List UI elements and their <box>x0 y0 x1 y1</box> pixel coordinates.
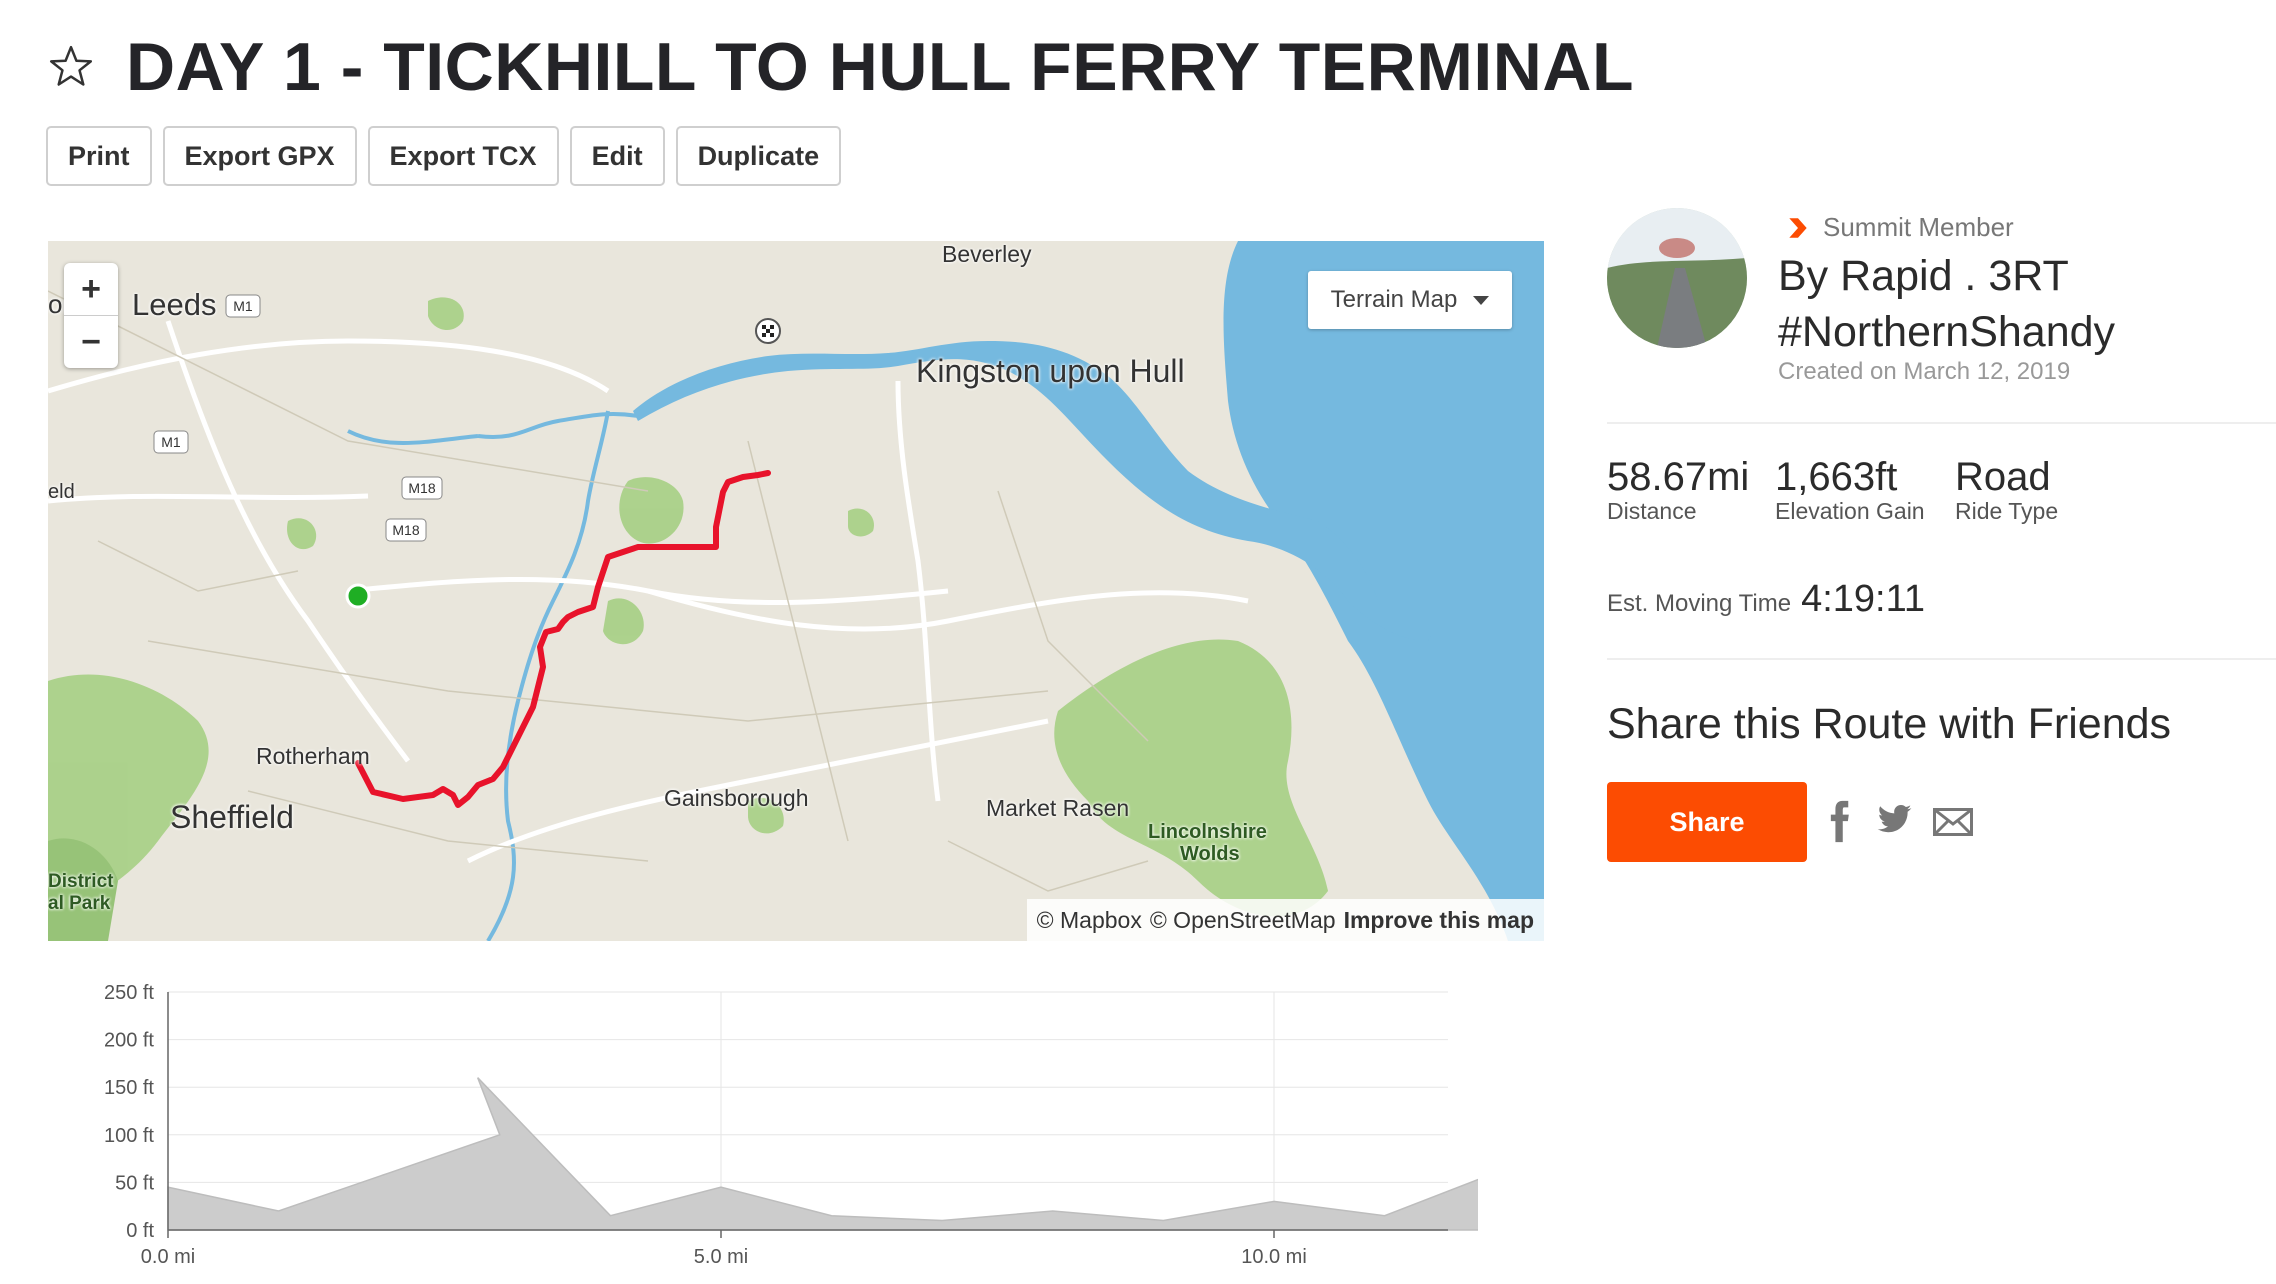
zoom-out-button[interactable]: − <box>64 315 118 368</box>
duplicate-button[interactable]: Duplicate <box>675 126 842 186</box>
x-tick-label: 10.0 mi <box>1241 1246 1307 1268</box>
distance-value: 58.67mi <box>1607 455 1750 499</box>
finish-marker[interactable] <box>755 318 781 344</box>
email-icon[interactable] <box>1933 808 1973 836</box>
stat-elevation: 1,663ft Elevation Gain <box>1775 455 1925 525</box>
ride-type-value: Road <box>1955 455 2051 499</box>
label-leeds: Leeds <box>132 287 217 322</box>
y-tick-label: 0 ft <box>126 1220 154 1242</box>
map-attribution: © Mapbox © OpenStreetMap Improve this ma… <box>1026 899 1544 941</box>
distance-label: Distance <box>1607 498 1697 524</box>
elevation-profile-area[interactable] <box>167 992 1478 1231</box>
m18-upper-shield: M18 <box>408 480 435 496</box>
y-tick-label: 150 ft <box>104 1077 154 1099</box>
label-sheffield: Sheffield <box>170 799 294 835</box>
action-bar: Print Export GPX Export TCX Edit Duplica… <box>46 126 842 186</box>
y-tick-label: 50 ft <box>115 1172 154 1194</box>
export-gpx-button[interactable]: Export GPX <box>162 126 357 186</box>
m18-lower-shield: M18 <box>392 522 419 538</box>
x-tick-label: 5.0 mi <box>694 1246 748 1268</box>
improve-map-link[interactable]: Improve this map <box>1344 907 1534 934</box>
elevation-chart[interactable]: 250 ft 200 ft 150 ft 100 ft 50 ft 0 ft 0.0 mi 5… <box>48 975 1478 1275</box>
membership-label: Summit Member <box>1823 212 2014 242</box>
label-rotherham: Rotherham <box>256 743 370 769</box>
star-icon[interactable] <box>46 42 96 92</box>
divider <box>1607 422 2276 424</box>
label-district: District <box>48 871 114 892</box>
route-owner[interactable]: By Rapid . 3RT #NorthernShandy <box>1778 248 2238 360</box>
map-layer-label: Terrain Map <box>1330 286 1458 313</box>
page-title: DAY 1 - TICKHILL TO HULL FERRY TERMINAL <box>126 29 1635 105</box>
elevation-value: 1,663ft <box>1775 455 1898 499</box>
stat-distance: 58.67mi Distance <box>1607 455 1749 525</box>
moving-time: Est. Moving Time 4:19:11 <box>1607 578 1925 621</box>
zoom-in-button[interactable]: + <box>64 263 118 315</box>
m1-top-shield: M1 <box>233 298 253 314</box>
caret-down-icon <box>1473 295 1490 305</box>
divider <box>1607 658 2276 660</box>
map-canvas[interactable]: M1 M1 M18 M18 <box>48 241 1544 941</box>
ride-type-label: Ride Type <box>1955 498 2059 524</box>
osm-attribution[interactable]: © OpenStreetMap <box>1150 907 1336 934</box>
label-wolds: Wolds <box>1180 843 1240 865</box>
moving-time-label: Est. Moving Time <box>1607 590 1792 617</box>
label-edge-eld: eld <box>48 481 75 503</box>
m1-left-shield: M1 <box>161 434 181 450</box>
mapbox-attribution[interactable]: © Mapbox <box>1037 907 1142 934</box>
summit-chevron-icon <box>1789 217 1807 238</box>
map-layer-dropdown[interactable]: Terrain Map <box>1308 271 1512 329</box>
twitter-icon[interactable] <box>1875 804 1913 836</box>
owner-avatar[interactable] <box>1607 208 1747 348</box>
label-lincolnshire: Lincolnshire <box>1148 821 1267 843</box>
label-national-park: al Park <box>48 893 111 914</box>
x-tick-label: 0.0 mi <box>141 1246 195 1268</box>
print-button[interactable]: Print <box>46 126 152 186</box>
export-tcx-button[interactable]: Export TCX <box>367 126 559 186</box>
elevation-label: Elevation Gain <box>1775 498 1925 524</box>
label-beverley: Beverley <box>942 241 1032 267</box>
y-tick-label: 250 ft <box>104 982 154 1004</box>
edit-button[interactable]: Edit <box>569 126 665 186</box>
y-tick-label: 100 ft <box>104 1125 154 1147</box>
title-row: DAY 1 - TICKHILL TO HULL FERRY TERMINAL <box>46 22 1634 112</box>
share-button[interactable]: Share <box>1607 782 1807 862</box>
label-kingston-upon-hull: Kingston upon Hull <box>916 353 1185 389</box>
y-tick-label: 200 ft <box>104 1030 154 1052</box>
route-map[interactable]: M1 M1 M18 M18 Beverley Leeds or eld King… <box>48 241 1544 941</box>
stat-ride-type: Road Ride Type <box>1955 455 2058 525</box>
moving-time-value: 4:19:11 <box>1801 578 1926 620</box>
facebook-icon[interactable] <box>1829 800 1851 844</box>
created-date: Created on March 12, 2019 <box>1778 358 2071 385</box>
share-heading: Share this Route with Friends <box>1607 700 2172 748</box>
zoom-control: + − <box>64 263 118 368</box>
label-market-rasen: Market Rasen <box>986 795 1130 821</box>
start-marker[interactable] <box>345 583 371 609</box>
membership-badge: Summit Member <box>1785 212 2014 243</box>
label-gainsborough: Gainsborough <box>664 785 809 811</box>
